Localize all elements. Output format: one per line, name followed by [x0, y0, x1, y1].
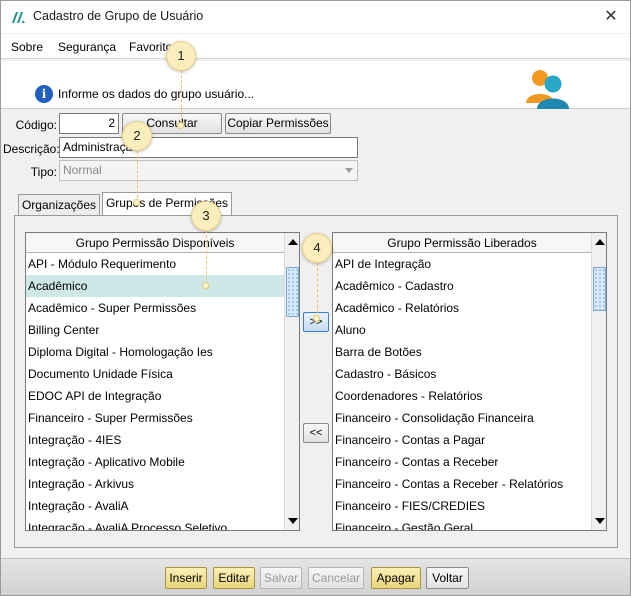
voltar-button[interactable]: Voltar	[426, 567, 469, 589]
callout-target-dot	[177, 122, 184, 129]
available-scrollbar[interactable]	[284, 233, 299, 530]
list-item[interactable]: Integração - Aplicativo Mobile	[26, 451, 284, 473]
callout-leader	[181, 70, 182, 127]
list-item[interactable]: Integração - 4IES	[26, 429, 284, 451]
list-item[interactable]: Documento Unidade Física	[26, 363, 284, 385]
released-list-header: Grupo Permissão Liberados	[333, 233, 591, 253]
list-item[interactable]: Financeiro - Contas a Receber - Relatóri…	[333, 473, 591, 495]
scroll-up-icon[interactable]	[595, 239, 605, 245]
list-item[interactable]: Financeiro - Super Permissões	[26, 407, 284, 429]
scroll-down-icon[interactable]	[288, 518, 298, 524]
list-item[interactable]: Integração - AvaliA	[26, 495, 284, 517]
tipo-select-value: Normal	[63, 163, 102, 177]
info-icon: i	[35, 85, 53, 103]
scrollbar-thumb[interactable]	[593, 267, 606, 311]
list-item[interactable]: Integração - AvaliA Processo Seletivo	[26, 517, 284, 530]
list-item[interactable]: Financeiro - Contas a Receber	[333, 451, 591, 473]
released-scrollbar[interactable]	[591, 233, 606, 530]
editar-button[interactable]: Editar	[213, 567, 255, 589]
callout-target-dot	[202, 282, 209, 289]
remove-permission-button[interactable]: <<	[303, 423, 329, 443]
salvar-button[interactable]: Salvar	[260, 567, 302, 589]
list-item[interactable]: Coordenadores - Relatórios	[333, 385, 591, 407]
list-item[interactable]: Financeiro - FIES/CREDIES	[333, 495, 591, 517]
released-permissions-list[interactable]: Grupo Permissão Liberados API de Integra…	[332, 232, 607, 531]
inserir-button[interactable]: Inserir	[165, 567, 207, 589]
apagar-button[interactable]: Apagar	[371, 567, 421, 589]
available-list-header: Grupo Permissão Disponíveis	[26, 233, 284, 253]
list-item[interactable]: Barra de Botões	[333, 341, 591, 363]
callout-4: 4	[302, 233, 332, 263]
menu-seguranca[interactable]: Segurança	[58, 40, 116, 54]
list-item[interactable]: EDOC API de Integração	[26, 385, 284, 407]
callout-leader	[137, 151, 138, 203]
list-item[interactable]: Diploma Digital - Homologação Ies	[26, 341, 284, 363]
callout-leader	[206, 230, 207, 285]
descricao-label: Descrição:	[3, 142, 60, 156]
info-message: Informe os dados do grupo usuário...	[58, 87, 255, 101]
descricao-field[interactable]: Administração	[59, 137, 358, 158]
list-item[interactable]: Aluno	[333, 319, 591, 341]
users-group-icon	[526, 70, 569, 109]
list-item[interactable]: Billing Center	[26, 319, 284, 341]
callout-target-dot	[133, 199, 140, 206]
tipo-select[interactable]: Normal	[59, 160, 358, 181]
callout-3: 3	[191, 201, 221, 231]
cancelar-button[interactable]: Cancelar	[308, 567, 364, 589]
tipo-label: Tipo:	[30, 165, 57, 179]
callout-2: 2	[122, 121, 152, 151]
list-item[interactable]: API - Módulo Requerimento	[26, 253, 284, 275]
close-icon[interactable]: ✕	[597, 5, 625, 29]
scroll-down-icon[interactable]	[595, 518, 605, 524]
list-item[interactable]: API de Integração	[333, 253, 591, 275]
scroll-up-icon[interactable]	[288, 239, 298, 245]
list-item[interactable]: Acadêmico - Super Permissões	[26, 297, 284, 319]
callout-1: 1	[166, 41, 196, 71]
title-bar: Cadastro de Grupo de Usuário ✕	[1, 1, 630, 33]
app-logo-icon	[12, 12, 25, 23]
list-item[interactable]: Cadastro - Básicos	[333, 363, 591, 385]
list-item[interactable]: Integração - Arkivus	[26, 473, 284, 495]
codigo-label: Código:	[15, 118, 57, 132]
menu-bar: Sobre Segurança Favoritos	[1, 34, 630, 59]
callout-leader	[317, 263, 318, 318]
codigo-field[interactable]: 2	[59, 113, 119, 134]
main-window: Cadastro de Grupo de Usuário ✕ Sobre Seg…	[0, 0, 631, 596]
menu-sobre[interactable]: Sobre	[11, 40, 43, 54]
tab-organizacoes[interactable]: Organizações	[18, 194, 100, 216]
list-item[interactable]: Acadêmico - Cadastro	[333, 275, 591, 297]
list-item-selected[interactable]: Acadêmico	[26, 275, 284, 297]
copiar-permissoes-button[interactable]: Copiar Permissões	[225, 113, 331, 134]
list-item[interactable]: Financeiro - Gestão Geral	[333, 517, 591, 530]
list-item[interactable]: Acadêmico - Relatórios	[333, 297, 591, 319]
window-title: Cadastro de Grupo de Usuário	[33, 9, 204, 23]
scrollbar-thumb[interactable]	[286, 267, 299, 317]
callout-target-dot	[313, 315, 320, 322]
list-item[interactable]: Financeiro - Contas a Pagar	[333, 429, 591, 451]
available-permissions-list[interactable]: Grupo Permissão Disponíveis API - Módulo…	[25, 232, 300, 531]
chevron-down-icon	[345, 168, 353, 173]
list-item[interactable]: Financeiro - Consolidação Financeira	[333, 407, 591, 429]
